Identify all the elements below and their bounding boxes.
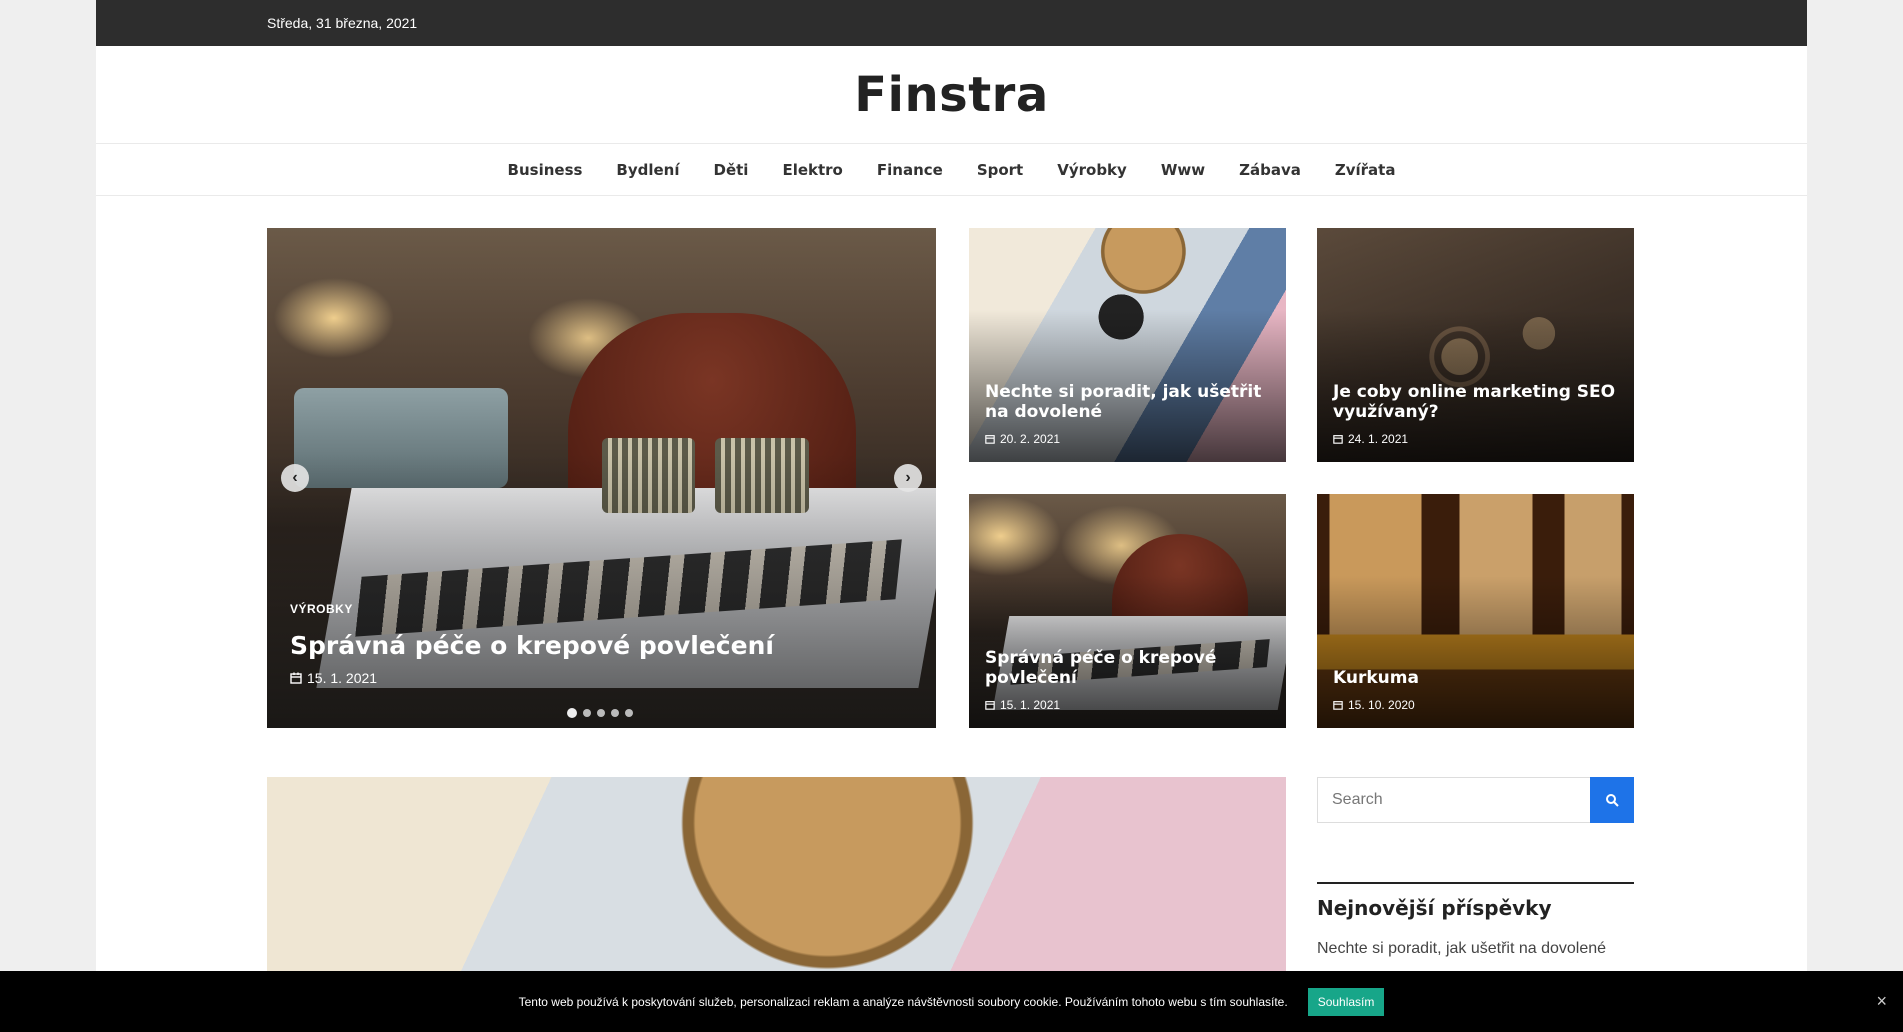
nav-item-elektro[interactable]: Elektro — [782, 161, 842, 179]
post-card[interactable]: Je coby online marketing SEO využívaný? … — [1317, 228, 1634, 462]
card-overlay — [969, 228, 1286, 462]
nav-item-finance[interactable]: Finance — [877, 161, 943, 179]
slider-dot[interactable] — [625, 709, 633, 717]
page-container: Středa, 31 března, 2021 Finstra Business… — [96, 0, 1807, 1032]
chevron-right-icon: › — [905, 469, 911, 486]
post-card-date: 24. 1. 2021 — [1333, 432, 1408, 446]
site-title[interactable]: Finstra — [854, 67, 1049, 123]
post-card-date: 15. 1. 2021 — [985, 698, 1060, 712]
chevron-left-icon: ‹ — [292, 469, 298, 486]
search-input[interactable] — [1317, 777, 1590, 823]
nav-item-vyrobky[interactable]: Výrobky — [1057, 161, 1127, 179]
nav-item-sport[interactable]: Sport — [977, 161, 1023, 179]
site-header: Finstra — [96, 46, 1807, 144]
slide-date: 15. 1. 2021 — [290, 670, 377, 686]
post-card-date-text: 20. 2. 2021 — [1000, 432, 1061, 446]
post-card[interactable]: Nechte si poradit, jak ušetřit na dovole… — [969, 228, 1286, 462]
post-card[interactable]: Kurkuma 15. 10. 2020 — [1317, 494, 1634, 728]
search-button[interactable] — [1590, 777, 1634, 823]
featured-slider[interactable]: VÝROBKY Správná péče o krepové povlečení… — [267, 228, 936, 728]
slider-dot[interactable] — [583, 709, 591, 717]
slide-category[interactable]: VÝROBKY — [290, 602, 353, 616]
recent-posts-heading: Nejnovější příspěvky — [1317, 896, 1552, 920]
cookie-text: Tento web používá k poskytování služeb, … — [518, 994, 1288, 1009]
recent-posts-widget: Nejnovější příspěvky Nechte si poradit, … — [1317, 882, 1634, 958]
card-overlay — [1317, 228, 1634, 462]
post-card-title[interactable]: Správná péče o krepové povlečení — [985, 648, 1274, 688]
cookie-bar: Tento web používá k poskytování služeb, … — [0, 971, 1903, 1032]
nav-item-zabava[interactable]: Zábava — [1239, 161, 1301, 179]
slide-date-text: 15. 1. 2021 — [307, 670, 378, 686]
calendar-icon — [1333, 700, 1343, 710]
close-icon[interactable]: × — [1876, 991, 1887, 1012]
current-date: Středa, 31 března, 2021 — [267, 15, 418, 31]
card-overlay — [1317, 494, 1634, 728]
cookie-accept-button[interactable]: Souhlasím — [1307, 987, 1385, 1016]
post-card-date-text: 15. 10. 2020 — [1348, 698, 1415, 712]
slider-dots — [567, 708, 633, 718]
post-card-date: 20. 2. 2021 — [985, 432, 1060, 446]
nav-item-deti[interactable]: Děti — [714, 161, 749, 179]
slide-title[interactable]: Správná péče o krepové povlečení — [290, 631, 774, 660]
top-bar: Středa, 31 března, 2021 — [96, 0, 1807, 46]
slider-dot[interactable] — [597, 709, 605, 717]
post-card-date-text: 24. 1. 2021 — [1348, 432, 1409, 446]
main-nav: Business Bydlení Děti Elektro Finance Sp… — [96, 144, 1807, 196]
nav-item-zvirata[interactable]: Zvířata — [1335, 161, 1396, 179]
slider-prev-button[interactable]: ‹ — [281, 464, 309, 492]
card-overlay — [969, 494, 1286, 728]
post-card-title[interactable]: Je coby online marketing SEO využívaný? — [1333, 382, 1622, 422]
calendar-icon — [1333, 434, 1343, 444]
recent-post-link[interactable]: Nechte si poradit, jak ušetřit na dovole… — [1317, 940, 1634, 958]
slider-dot[interactable] — [567, 708, 577, 718]
calendar-icon — [290, 672, 302, 684]
search-icon — [1605, 793, 1619, 807]
calendar-icon — [985, 434, 995, 444]
search-form — [1317, 777, 1634, 823]
calendar-icon — [985, 700, 995, 710]
nav-item-bydleni[interactable]: Bydlení — [616, 161, 679, 179]
post-card-date-text: 15. 1. 2021 — [1000, 698, 1061, 712]
slider-dot[interactable] — [611, 709, 619, 717]
nav-item-business[interactable]: Business — [508, 161, 583, 179]
post-card-title[interactable]: Kurkuma — [1333, 668, 1622, 688]
post-card-title[interactable]: Nechte si poradit, jak ušetřit na dovole… — [985, 382, 1274, 422]
nav-item-www[interactable]: Www — [1161, 161, 1205, 179]
slider-next-button[interactable]: › — [894, 464, 922, 492]
post-card-date: 15. 10. 2020 — [1333, 698, 1415, 712]
post-card[interactable]: Správná péče o krepové povlečení 15. 1. … — [969, 494, 1286, 728]
